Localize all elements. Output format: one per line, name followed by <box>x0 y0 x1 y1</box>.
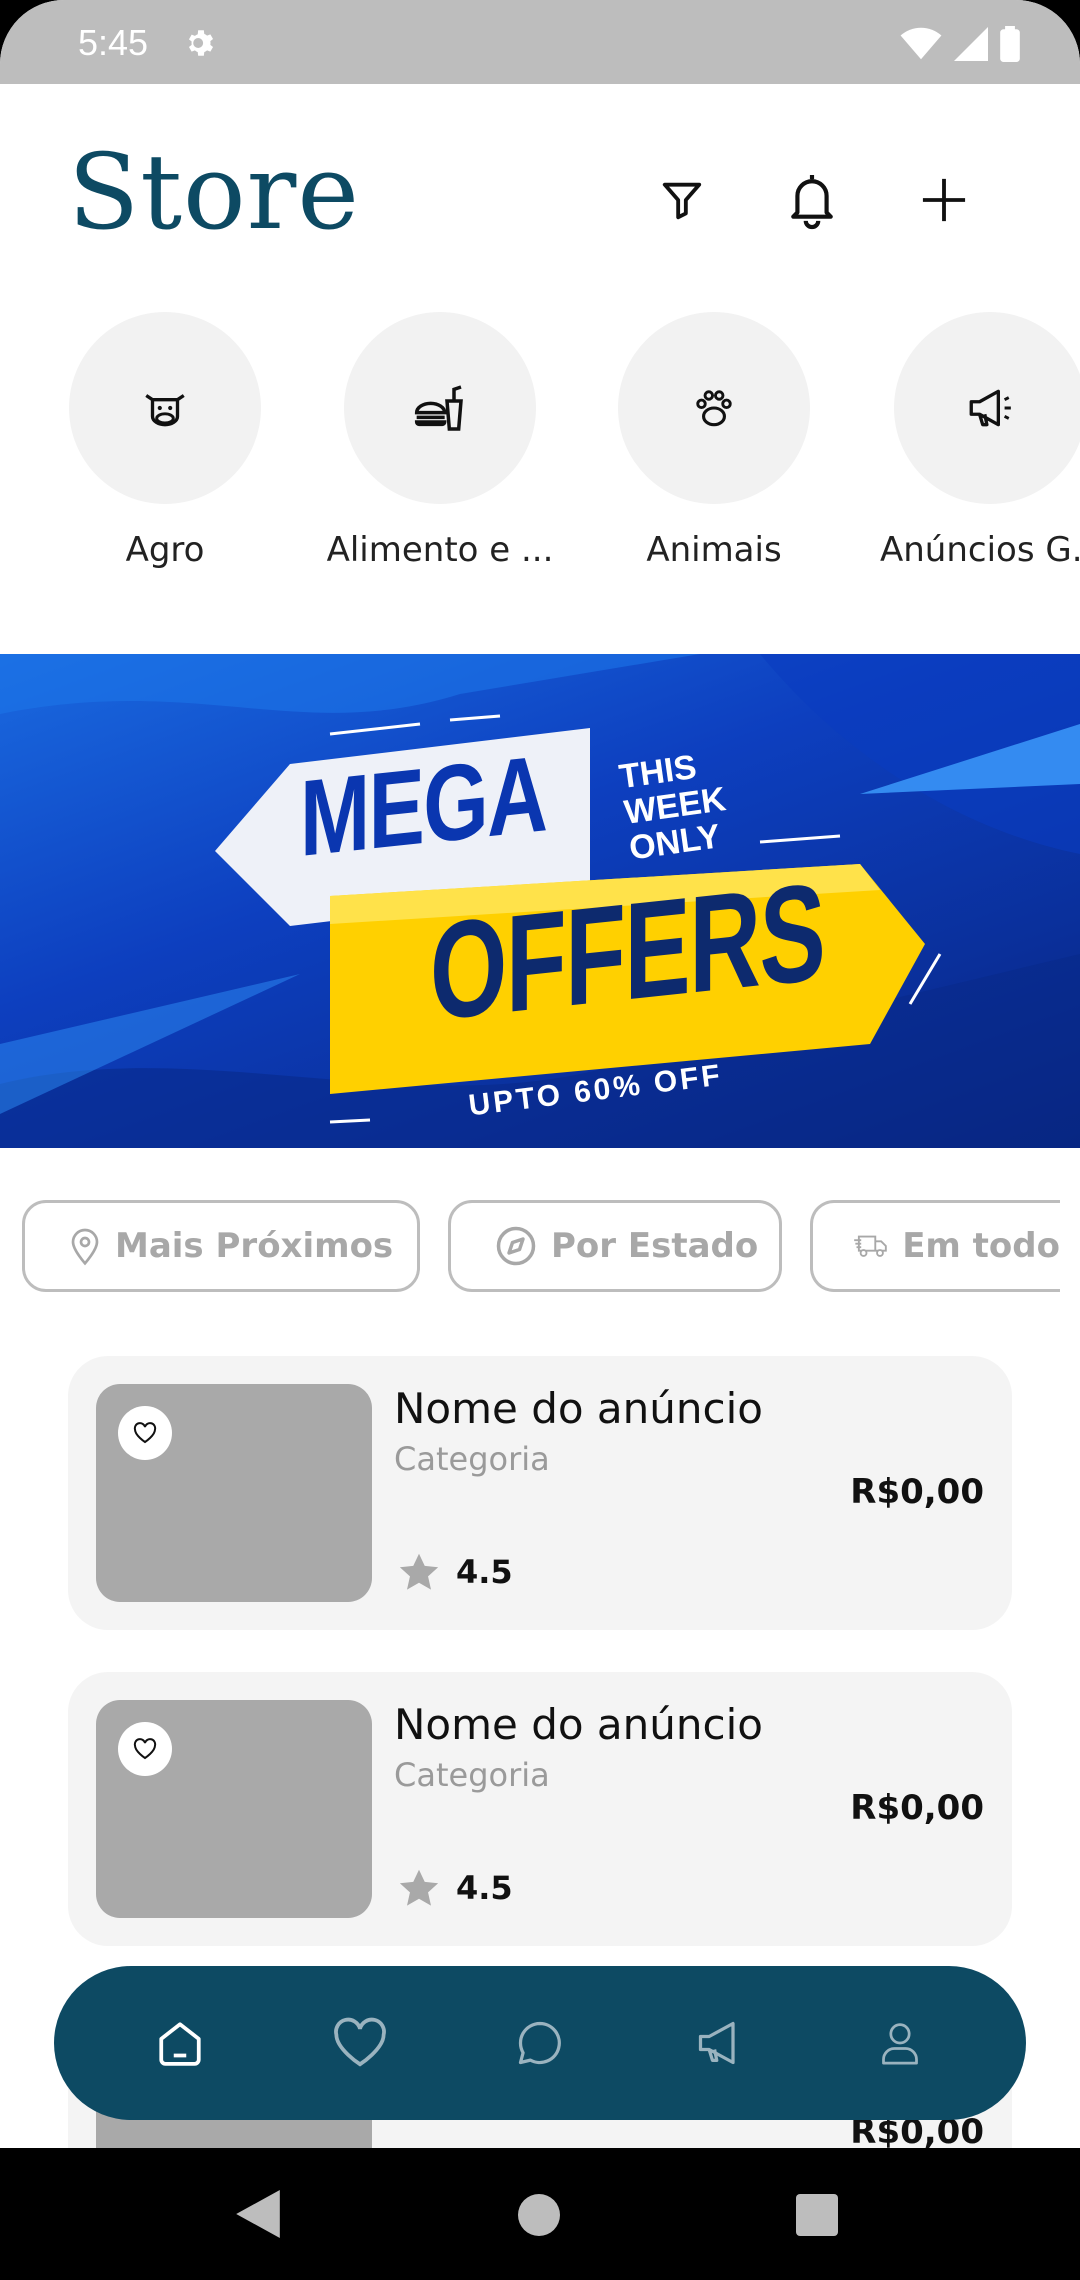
status-time: 5:45 <box>78 22 149 63</box>
recents-square-icon[interactable] <box>796 2194 838 2236</box>
bottom-navigation <box>54 1966 1026 2120</box>
location-pin-icon <box>71 1228 99 1266</box>
chip-label: Por Estado <box>551 1226 759 1266</box>
filter-chip-state[interactable]: Por Estado <box>448 1200 782 1292</box>
cow-icon <box>145 394 185 427</box>
rating-value: 4.5 <box>456 1869 513 1907</box>
banner-side-text: THIS WEEK ONLY <box>616 747 729 868</box>
heart-icon <box>133 1738 157 1760</box>
filter-icon[interactable] <box>650 168 714 232</box>
category-label: Anúncios G... <box>880 530 1080 570</box>
star-icon <box>399 1869 439 1906</box>
category-label: Alimento e ... <box>326 530 554 570</box>
category-label: Animais <box>646 530 782 570</box>
nav-profile[interactable] <box>860 2003 940 2083</box>
nav-chat[interactable] <box>500 2003 580 2083</box>
star-icon <box>399 1553 439 1590</box>
listing-price: R$0,00 <box>850 1788 984 1828</box>
system-navigation-bar <box>0 2148 1080 2280</box>
nav-favorites[interactable] <box>320 2003 400 2083</box>
listing-card[interactable]: Nome do anúncio Categoria R$0,00 4.5 <box>68 1672 1012 1946</box>
listing-category: Categoria <box>394 1440 550 1478</box>
food-icon <box>414 385 463 431</box>
megaphone-icon <box>698 2021 735 2065</box>
filter-chip-everywhere[interactable]: Em todo <box>810 1200 1060 1292</box>
signal-icon <box>954 27 988 61</box>
status-bar: 5:45 <box>0 0 1080 84</box>
profile-icon <box>882 2023 918 2065</box>
listing-card[interactable]: Nome do anúncio Categoria R$0,00 4.5 <box>68 1356 1012 1630</box>
truck-icon <box>854 1235 887 1257</box>
battery-icon <box>1000 26 1020 62</box>
category-agro[interactable]: Agro <box>25 312 305 570</box>
chip-label: Em todo <box>902 1226 1060 1266</box>
filter-chip-nearby[interactable]: Mais Próximos <box>22 1200 420 1292</box>
nav-home[interactable] <box>140 2003 220 2083</box>
bell-icon[interactable] <box>780 168 844 232</box>
nav-ads[interactable] <box>680 2003 760 2083</box>
category-label: Agro <box>125 530 205 570</box>
category-anuncios[interactable]: Anúncios G... <box>850 312 1080 570</box>
home-circle-icon[interactable] <box>518 2194 560 2236</box>
paw-icon <box>696 390 732 427</box>
megaphone-icon <box>969 389 1011 427</box>
listing-rating: 4.5 <box>398 1868 513 1908</box>
page-title: Store <box>68 131 360 253</box>
back-icon[interactable] <box>236 2190 280 2242</box>
add-icon[interactable] <box>912 168 976 232</box>
listing-rating: 4.5 <box>398 1552 513 1592</box>
listing-price: R$0,00 <box>850 1472 984 1512</box>
app-screen: 5:45 Store Agro Alimento e ... Animais A… <box>0 0 1080 2148</box>
heart-icon <box>334 2017 386 2067</box>
favorite-button[interactable] <box>118 1722 172 1776</box>
rating-value: 4.5 <box>456 1553 513 1591</box>
listing-name: Nome do anúncio <box>394 1700 763 1749</box>
banner-mega-text: MEGA <box>300 732 547 879</box>
favorite-button[interactable] <box>118 1406 172 1460</box>
listing-category: Categoria <box>394 1756 550 1794</box>
promo-banner[interactable]: MEGA OFFERS THIS WEEK ONLY UPTO 60% OFF <box>0 654 1080 1148</box>
settings-gear-icon <box>184 26 218 64</box>
listing-name: Nome do anúncio <box>394 1384 763 1433</box>
status-icons <box>900 26 1020 62</box>
compass-icon <box>496 1226 536 1266</box>
home-icon <box>159 2022 201 2066</box>
chat-icon <box>518 2021 561 2065</box>
category-alimento[interactable]: Alimento e ... <box>300 312 580 570</box>
chip-label: Mais Próximos <box>115 1226 394 1266</box>
wifi-icon <box>900 27 942 60</box>
category-animais[interactable]: Animais <box>574 312 854 570</box>
heart-icon <box>133 1422 157 1444</box>
